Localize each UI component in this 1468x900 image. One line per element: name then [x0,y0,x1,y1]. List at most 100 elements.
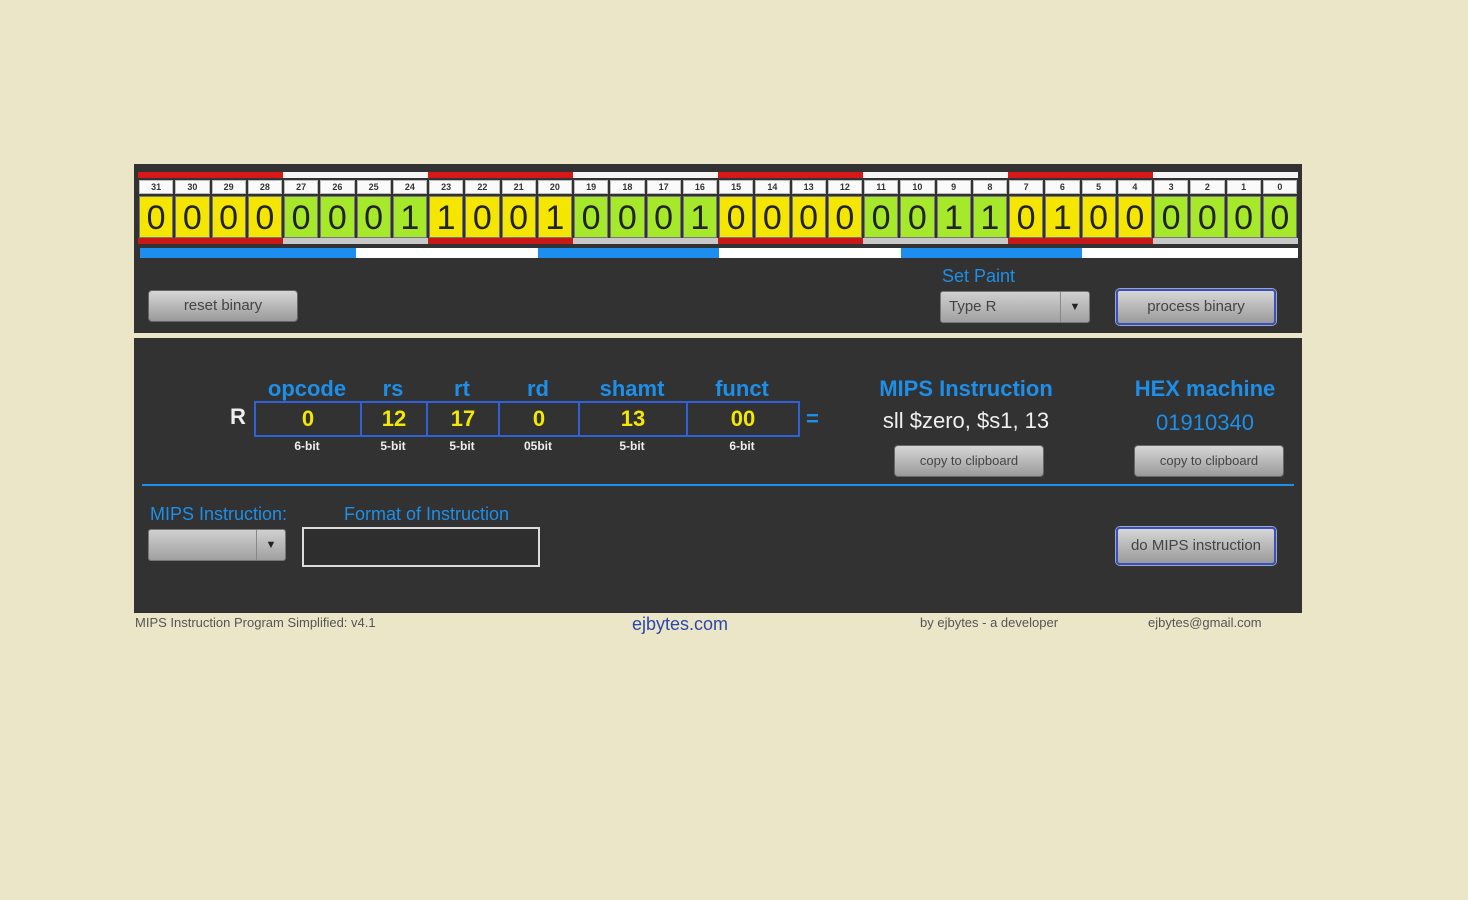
bit-cell[interactable]: 23 1 [428,172,465,248]
bit-cell[interactable]: 26 0 [319,172,356,248]
bit-bottom-marker [754,238,791,244]
bit-cell[interactable]: 13 0 [790,172,827,248]
bit-cell[interactable]: 61 [1044,172,1081,248]
bit-index-label: 18 [610,180,645,194]
bit-value-toggle[interactable]: 1 [392,196,427,238]
bit-cell[interactable]: 70 [1008,172,1045,248]
bit-cell[interactable]: 12 0 [826,172,863,248]
bit-top-marker [790,172,827,178]
bit-index-label: 22 [465,180,500,194]
bit-cell[interactable]: 30 [1153,172,1190,248]
bit-value-toggle[interactable]: 0 [574,196,609,238]
bit-cell[interactable]: 21 0 [500,172,537,248]
bit-cell[interactable]: 25 0 [355,172,392,248]
bit-index-label: 29 [211,180,246,194]
bit-top-marker [1116,172,1153,178]
bit-value-toggle[interactable]: 0 [501,196,536,238]
bit-value-toggle[interactable]: 0 [646,196,681,238]
bit-cell[interactable]: 24 1 [391,172,428,248]
bit-bottom-marker [899,238,936,244]
bit-value-toggle[interactable]: 0 [1226,196,1261,238]
bit-top-marker [1080,172,1117,178]
bit-cell[interactable]: 29 0 [210,172,247,248]
bit-cell[interactable]: 17 0 [645,172,682,248]
bit-cell[interactable]: 15 0 [718,172,755,248]
bit-top-marker [174,172,211,178]
bit-cell[interactable]: 16 1 [681,172,718,248]
bit-cell[interactable]: 10 [1225,172,1262,248]
instruction-type-select[interactable]: Type R ▼ [940,291,1090,323]
do-mips-instruction-button[interactable]: do MIPS instruction [1116,527,1276,565]
bit-value-toggle[interactable]: 0 [719,196,754,238]
bit-cell[interactable]: 20 1 [536,172,573,248]
bit-top-marker [645,172,682,178]
reset-binary-button[interactable]: reset binary [148,290,298,322]
bit-cell[interactable]: 28 0 [246,172,283,248]
bit-value-toggle[interactable]: 0 [284,196,319,238]
bit-value-toggle[interactable]: 0 [320,196,355,238]
bit-cell[interactable]: 10 0 [899,172,936,248]
segment-bar-funct [1082,248,1298,258]
bit-value-toggle[interactable]: 0 [864,196,899,238]
bit-cell[interactable]: 27 0 [283,172,320,248]
bit-value-toggle[interactable]: 0 [1081,196,1116,238]
bit-value-toggle[interactable]: 0 [139,196,174,238]
bit-cell[interactable]: 50 [1080,172,1117,248]
bit-value-toggle[interactable]: 0 [1117,196,1152,238]
bit-top-marker [355,172,392,178]
bit-value-toggle[interactable]: 0 [1009,196,1044,238]
format-of-instruction-input[interactable] [302,527,540,567]
bit-index-label: 19 [574,180,609,194]
bit-value-toggle[interactable]: 0 [1262,196,1297,238]
bit-top-marker [863,172,900,178]
bit-index-label: 16 [682,180,717,194]
copy-mips-button[interactable]: copy to clipboard [894,445,1044,477]
bit-value-toggle[interactable]: 0 [755,196,790,238]
bit-bottom-marker [355,238,392,244]
bit-value-toggle[interactable]: 0 [211,196,246,238]
bit-cell[interactable]: 11 0 [863,172,900,248]
bit-cell[interactable]: 40 [1116,172,1153,248]
bit-value-toggle[interactable]: 1 [1045,196,1080,238]
bit-cell[interactable]: 31 0 [138,172,175,248]
bit-cell[interactable]: 14 0 [754,172,791,248]
bit-index-label: 24 [392,180,427,194]
bit-cell[interactable]: 81 [971,172,1008,248]
bit-value-toggle[interactable]: 0 [610,196,645,238]
process-binary-button[interactable]: process binary [1116,289,1276,325]
bit-bottom-marker [174,238,211,244]
rd-bits-label: 05bit [523,439,552,453]
bit-value-toggle[interactable]: 0 [1154,196,1189,238]
bit-top-marker [428,172,465,178]
bit-top-marker [1189,172,1226,178]
bit-value-toggle[interactable]: 0 [1190,196,1225,238]
bit-cell[interactable]: 20 [1189,172,1226,248]
site-link[interactable]: ejbytes.com [632,614,728,635]
bit-value-toggle[interactable]: 0 [247,196,282,238]
bit-cell[interactable]: 18 0 [609,172,646,248]
bit-value-toggle[interactable]: 1 [429,196,464,238]
bit-value-toggle[interactable]: 1 [972,196,1007,238]
bit-value-toggle[interactable]: 0 [175,196,210,238]
bit-cell[interactable]: 19 0 [573,172,610,248]
bit-value-toggle[interactable]: 0 [356,196,391,238]
email-text: ejbytes@gmail.com [1148,615,1262,630]
bit-top-marker [718,172,755,178]
bit-value-toggle[interactable]: 1 [936,196,971,238]
bit-value-toggle[interactable]: 0 [465,196,500,238]
bit-cell[interactable]: 30 0 [174,172,211,248]
bit-cell[interactable]: 22 0 [464,172,501,248]
bit-top-marker [899,172,936,178]
bit-bottom-marker [1225,238,1262,244]
bit-cell[interactable]: 00 [1261,172,1298,248]
bit-value-toggle[interactable]: 1 [682,196,717,238]
bit-index-label: 26 [320,180,355,194]
bit-value-toggle[interactable]: 0 [900,196,935,238]
bit-value-toggle[interactable]: 1 [537,196,572,238]
mips-instruction-select[interactable]: ▼ [148,529,286,561]
bit-value-toggle[interactable]: 0 [827,196,862,238]
bit-value-toggle[interactable]: 0 [791,196,826,238]
copy-hex-button[interactable]: copy to clipboard [1134,445,1284,477]
rs-header: rs [382,376,404,401]
bit-cell[interactable]: 91 [935,172,972,248]
